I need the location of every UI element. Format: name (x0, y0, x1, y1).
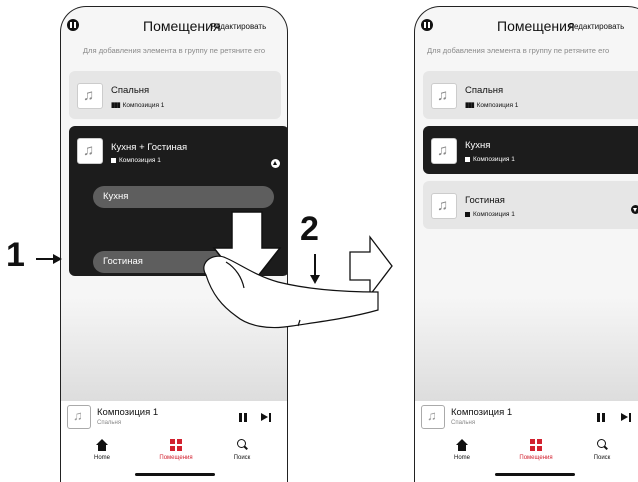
outline-right-arrow-icon (349, 235, 393, 297)
overlay-graphics (203, 211, 393, 329)
